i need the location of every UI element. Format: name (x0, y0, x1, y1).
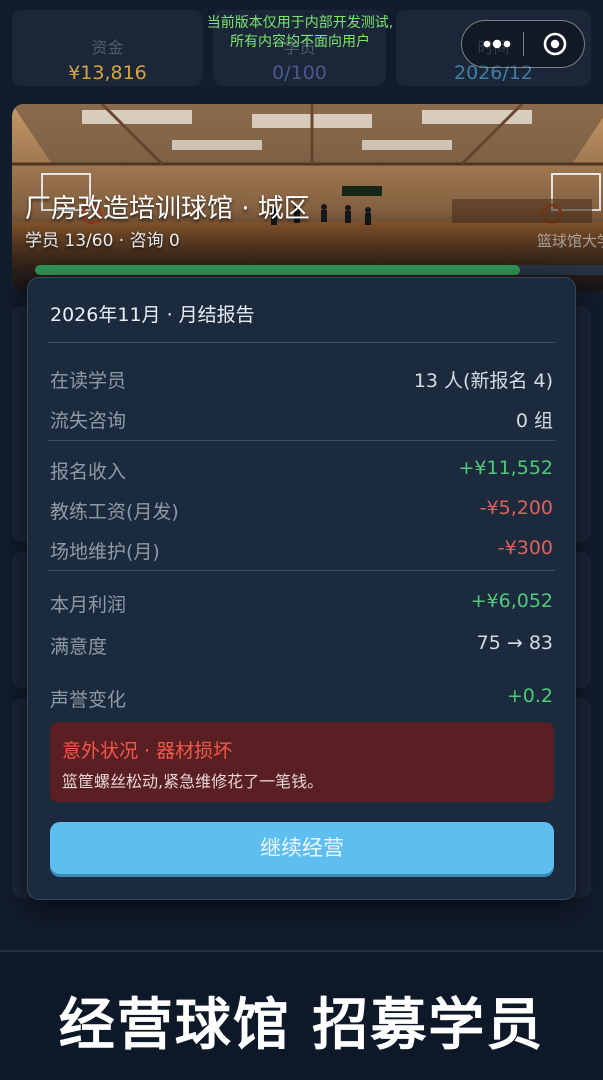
satisfaction-value: 75 → 83 (476, 632, 553, 654)
venue-banner[interactable]: 厂房改造培训球馆 · 城区 学员 13/60 · 咨询 0 篮球馆大学 (12, 104, 603, 292)
dev-notice-line2: 所有内容均不面向用户 (230, 34, 370, 50)
venue-tag: 篮球馆大学 (536, 232, 603, 250)
profit-label: 本月利润 (50, 594, 127, 616)
funds-value: ¥13,816 (68, 62, 147, 84)
incident-description: 篮筐螺丝松动,紧急维修花了一笔钱。 (62, 772, 324, 791)
divider (48, 342, 555, 343)
target-circle-icon[interactable] (530, 21, 580, 67)
venue-progress-track (35, 265, 603, 275)
lost-consult-value: 0 组 (515, 410, 553, 432)
students-row-value: 13 人(新报名 4) (413, 370, 553, 392)
incident-alert: 意外状况 · 器材损坏 篮筐螺丝松动,紧急维修花了一笔钱。 (50, 722, 554, 802)
satisfaction-label: 满意度 (50, 636, 108, 658)
dev-notice-line1: 当前版本仅用于内部开发测试, (206, 15, 394, 31)
divider (0, 950, 603, 952)
satisfaction-row: 满意度 75 → 83 (50, 632, 553, 658)
monthly-report-dialog: 2026年11月 · 月结报告 在读学员 13 人(新报名 4) 流失咨询 0 … (27, 277, 576, 900)
lost-consult-row: 流失咨询 0 组 (50, 406, 553, 432)
students-value: 0/100 (272, 62, 327, 84)
mini-program-capsule (461, 20, 585, 68)
reputation-value: +0.2 (506, 685, 553, 707)
income-value: +¥11,552 (458, 457, 554, 479)
profit-value: +¥6,052 (470, 590, 553, 612)
venue-title: 厂房改造培训球馆 · 城区 (25, 194, 310, 224)
income-row: 报名收入 +¥11,552 (50, 457, 553, 483)
profit-row: 本月利润 +¥6,052 (50, 590, 553, 616)
maintenance-value: -¥300 (497, 537, 553, 559)
venue-progress-fill (35, 265, 520, 275)
maintenance-row: 场地维护(月) -¥300 (50, 537, 553, 563)
salary-label: 教练工资(月发) (50, 501, 179, 523)
continue-button[interactable]: 继续经营 (50, 822, 554, 874)
reputation-label: 声誉变化 (50, 689, 127, 711)
divider (48, 570, 555, 571)
reputation-row: 声誉变化 +0.2 (50, 685, 553, 711)
promo-caption: 经营球馆 招募学员 (58, 993, 545, 1058)
report-title: 2026年11月 · 月结报告 (50, 304, 255, 326)
dev-notice: 当前版本仅用于内部开发测试, 所有内容均不面向用户 (140, 14, 460, 52)
incident-title: 意外状况 · 器材损坏 (62, 740, 233, 762)
salary-value: -¥5,200 (479, 497, 553, 519)
lost-consult-label: 流失咨询 (50, 410, 127, 432)
income-label: 报名收入 (50, 461, 127, 483)
students-row: 在读学员 13 人(新报名 4) (50, 366, 553, 392)
divider (48, 440, 555, 441)
salary-row: 教练工资(月发) -¥5,200 (50, 497, 553, 523)
capsule-separator (523, 32, 524, 56)
students-row-label: 在读学员 (50, 370, 127, 392)
game-screen: 资金 ¥13,816 学员 0/100 时间 2026/12 当前版本仅用于内部… (0, 0, 603, 950)
maintenance-label: 场地维护(月) (50, 541, 160, 563)
venue-subtitle: 学员 13/60 · 咨询 0 (25, 231, 180, 251)
more-dots-icon[interactable] (472, 21, 522, 67)
